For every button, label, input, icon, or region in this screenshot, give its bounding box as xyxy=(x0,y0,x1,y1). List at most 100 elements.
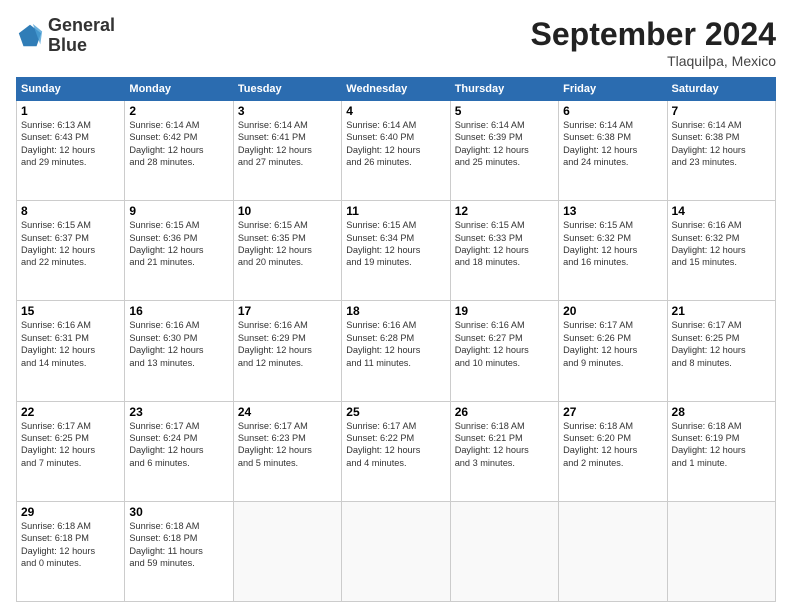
week-row-1: 8Sunrise: 6:15 AM Sunset: 6:37 PM Daylig… xyxy=(17,201,776,301)
day-cell-17: 17Sunrise: 6:16 AM Sunset: 6:29 PM Dayli… xyxy=(233,301,341,401)
logo: General Blue xyxy=(16,16,115,56)
day-info: Sunrise: 6:18 AM Sunset: 6:20 PM Dayligh… xyxy=(563,420,662,470)
day-cell-12: 12Sunrise: 6:15 AM Sunset: 6:33 PM Dayli… xyxy=(450,201,558,301)
logo-text: General Blue xyxy=(48,16,115,56)
day-info: Sunrise: 6:18 AM Sunset: 6:18 PM Dayligh… xyxy=(129,520,228,570)
week-row-0: 1Sunrise: 6:13 AM Sunset: 6:43 PM Daylig… xyxy=(17,101,776,201)
day-number: 4 xyxy=(346,104,445,118)
day-number: 18 xyxy=(346,304,445,318)
day-number: 14 xyxy=(672,204,771,218)
day-number: 15 xyxy=(21,304,120,318)
day-info: Sunrise: 6:14 AM Sunset: 6:42 PM Dayligh… xyxy=(129,119,228,169)
col-header-saturday: Saturday xyxy=(667,78,775,101)
col-header-thursday: Thursday xyxy=(450,78,558,101)
col-header-tuesday: Tuesday xyxy=(233,78,341,101)
day-number: 24 xyxy=(238,405,337,419)
day-cell-7: 7Sunrise: 6:14 AM Sunset: 6:38 PM Daylig… xyxy=(667,101,775,201)
day-number: 12 xyxy=(455,204,554,218)
empty-cell xyxy=(342,501,450,601)
day-number: 25 xyxy=(346,405,445,419)
day-number: 17 xyxy=(238,304,337,318)
location: Tlaquilpa, Mexico xyxy=(531,53,776,69)
day-cell-10: 10Sunrise: 6:15 AM Sunset: 6:35 PM Dayli… xyxy=(233,201,341,301)
day-cell-26: 26Sunrise: 6:18 AM Sunset: 6:21 PM Dayli… xyxy=(450,401,558,501)
day-number: 21 xyxy=(672,304,771,318)
day-cell-18: 18Sunrise: 6:16 AM Sunset: 6:28 PM Dayli… xyxy=(342,301,450,401)
day-cell-14: 14Sunrise: 6:16 AM Sunset: 6:32 PM Dayli… xyxy=(667,201,775,301)
day-info: Sunrise: 6:16 AM Sunset: 6:31 PM Dayligh… xyxy=(21,319,120,369)
day-number: 16 xyxy=(129,304,228,318)
day-number: 13 xyxy=(563,204,662,218)
day-cell-16: 16Sunrise: 6:16 AM Sunset: 6:30 PM Dayli… xyxy=(125,301,233,401)
day-cell-2: 2Sunrise: 6:14 AM Sunset: 6:42 PM Daylig… xyxy=(125,101,233,201)
day-number: 19 xyxy=(455,304,554,318)
day-cell-19: 19Sunrise: 6:16 AM Sunset: 6:27 PM Dayli… xyxy=(450,301,558,401)
empty-cell xyxy=(667,501,775,601)
day-cell-29: 29Sunrise: 6:18 AM Sunset: 6:18 PM Dayli… xyxy=(17,501,125,601)
day-cell-30: 30Sunrise: 6:18 AM Sunset: 6:18 PM Dayli… xyxy=(125,501,233,601)
week-row-3: 22Sunrise: 6:17 AM Sunset: 6:25 PM Dayli… xyxy=(17,401,776,501)
day-number: 26 xyxy=(455,405,554,419)
day-cell-9: 9Sunrise: 6:15 AM Sunset: 6:36 PM Daylig… xyxy=(125,201,233,301)
day-info: Sunrise: 6:13 AM Sunset: 6:43 PM Dayligh… xyxy=(21,119,120,169)
day-info: Sunrise: 6:16 AM Sunset: 6:27 PM Dayligh… xyxy=(455,319,554,369)
day-info: Sunrise: 6:14 AM Sunset: 6:39 PM Dayligh… xyxy=(455,119,554,169)
col-header-monday: Monday xyxy=(125,78,233,101)
day-cell-25: 25Sunrise: 6:17 AM Sunset: 6:22 PM Dayli… xyxy=(342,401,450,501)
day-cell-5: 5Sunrise: 6:14 AM Sunset: 6:39 PM Daylig… xyxy=(450,101,558,201)
day-info: Sunrise: 6:17 AM Sunset: 6:22 PM Dayligh… xyxy=(346,420,445,470)
day-info: Sunrise: 6:14 AM Sunset: 6:38 PM Dayligh… xyxy=(672,119,771,169)
day-cell-20: 20Sunrise: 6:17 AM Sunset: 6:26 PM Dayli… xyxy=(559,301,667,401)
day-info: Sunrise: 6:15 AM Sunset: 6:36 PM Dayligh… xyxy=(129,219,228,269)
logo-icon xyxy=(16,22,44,50)
month-title: September 2024 xyxy=(531,16,776,53)
logo-line2: Blue xyxy=(48,36,115,56)
day-info: Sunrise: 6:15 AM Sunset: 6:33 PM Dayligh… xyxy=(455,219,554,269)
day-number: 1 xyxy=(21,104,120,118)
day-info: Sunrise: 6:15 AM Sunset: 6:32 PM Dayligh… xyxy=(563,219,662,269)
day-number: 10 xyxy=(238,204,337,218)
day-info: Sunrise: 6:14 AM Sunset: 6:38 PM Dayligh… xyxy=(563,119,662,169)
day-info: Sunrise: 6:15 AM Sunset: 6:35 PM Dayligh… xyxy=(238,219,337,269)
day-info: Sunrise: 6:16 AM Sunset: 6:30 PM Dayligh… xyxy=(129,319,228,369)
day-number: 20 xyxy=(563,304,662,318)
day-cell-21: 21Sunrise: 6:17 AM Sunset: 6:25 PM Dayli… xyxy=(667,301,775,401)
logo-line1: General xyxy=(48,16,115,36)
empty-cell xyxy=(233,501,341,601)
day-cell-23: 23Sunrise: 6:17 AM Sunset: 6:24 PM Dayli… xyxy=(125,401,233,501)
week-row-2: 15Sunrise: 6:16 AM Sunset: 6:31 PM Dayli… xyxy=(17,301,776,401)
day-number: 30 xyxy=(129,505,228,519)
day-cell-1: 1Sunrise: 6:13 AM Sunset: 6:43 PM Daylig… xyxy=(17,101,125,201)
empty-cell xyxy=(450,501,558,601)
calendar-header-row: SundayMondayTuesdayWednesdayThursdayFrid… xyxy=(17,78,776,101)
day-cell-6: 6Sunrise: 6:14 AM Sunset: 6:38 PM Daylig… xyxy=(559,101,667,201)
day-info: Sunrise: 6:18 AM Sunset: 6:19 PM Dayligh… xyxy=(672,420,771,470)
day-number: 7 xyxy=(672,104,771,118)
col-header-friday: Friday xyxy=(559,78,667,101)
day-info: Sunrise: 6:15 AM Sunset: 6:37 PM Dayligh… xyxy=(21,219,120,269)
day-number: 29 xyxy=(21,505,120,519)
day-cell-3: 3Sunrise: 6:14 AM Sunset: 6:41 PM Daylig… xyxy=(233,101,341,201)
day-number: 9 xyxy=(129,204,228,218)
col-header-wednesday: Wednesday xyxy=(342,78,450,101)
day-info: Sunrise: 6:16 AM Sunset: 6:32 PM Dayligh… xyxy=(672,219,771,269)
day-cell-27: 27Sunrise: 6:18 AM Sunset: 6:20 PM Dayli… xyxy=(559,401,667,501)
page: General Blue September 2024 Tlaquilpa, M… xyxy=(0,0,792,612)
day-info: Sunrise: 6:18 AM Sunset: 6:18 PM Dayligh… xyxy=(21,520,120,570)
empty-cell xyxy=(559,501,667,601)
day-info: Sunrise: 6:17 AM Sunset: 6:25 PM Dayligh… xyxy=(672,319,771,369)
title-block: September 2024 Tlaquilpa, Mexico xyxy=(531,16,776,69)
day-cell-15: 15Sunrise: 6:16 AM Sunset: 6:31 PM Dayli… xyxy=(17,301,125,401)
col-header-sunday: Sunday xyxy=(17,78,125,101)
day-info: Sunrise: 6:18 AM Sunset: 6:21 PM Dayligh… xyxy=(455,420,554,470)
day-info: Sunrise: 6:14 AM Sunset: 6:40 PM Dayligh… xyxy=(346,119,445,169)
header: General Blue September 2024 Tlaquilpa, M… xyxy=(16,16,776,69)
day-number: 3 xyxy=(238,104,337,118)
day-number: 23 xyxy=(129,405,228,419)
day-info: Sunrise: 6:16 AM Sunset: 6:28 PM Dayligh… xyxy=(346,319,445,369)
day-number: 22 xyxy=(21,405,120,419)
day-number: 5 xyxy=(455,104,554,118)
day-number: 28 xyxy=(672,405,771,419)
calendar-table: SundayMondayTuesdayWednesdayThursdayFrid… xyxy=(16,77,776,602)
day-number: 8 xyxy=(21,204,120,218)
